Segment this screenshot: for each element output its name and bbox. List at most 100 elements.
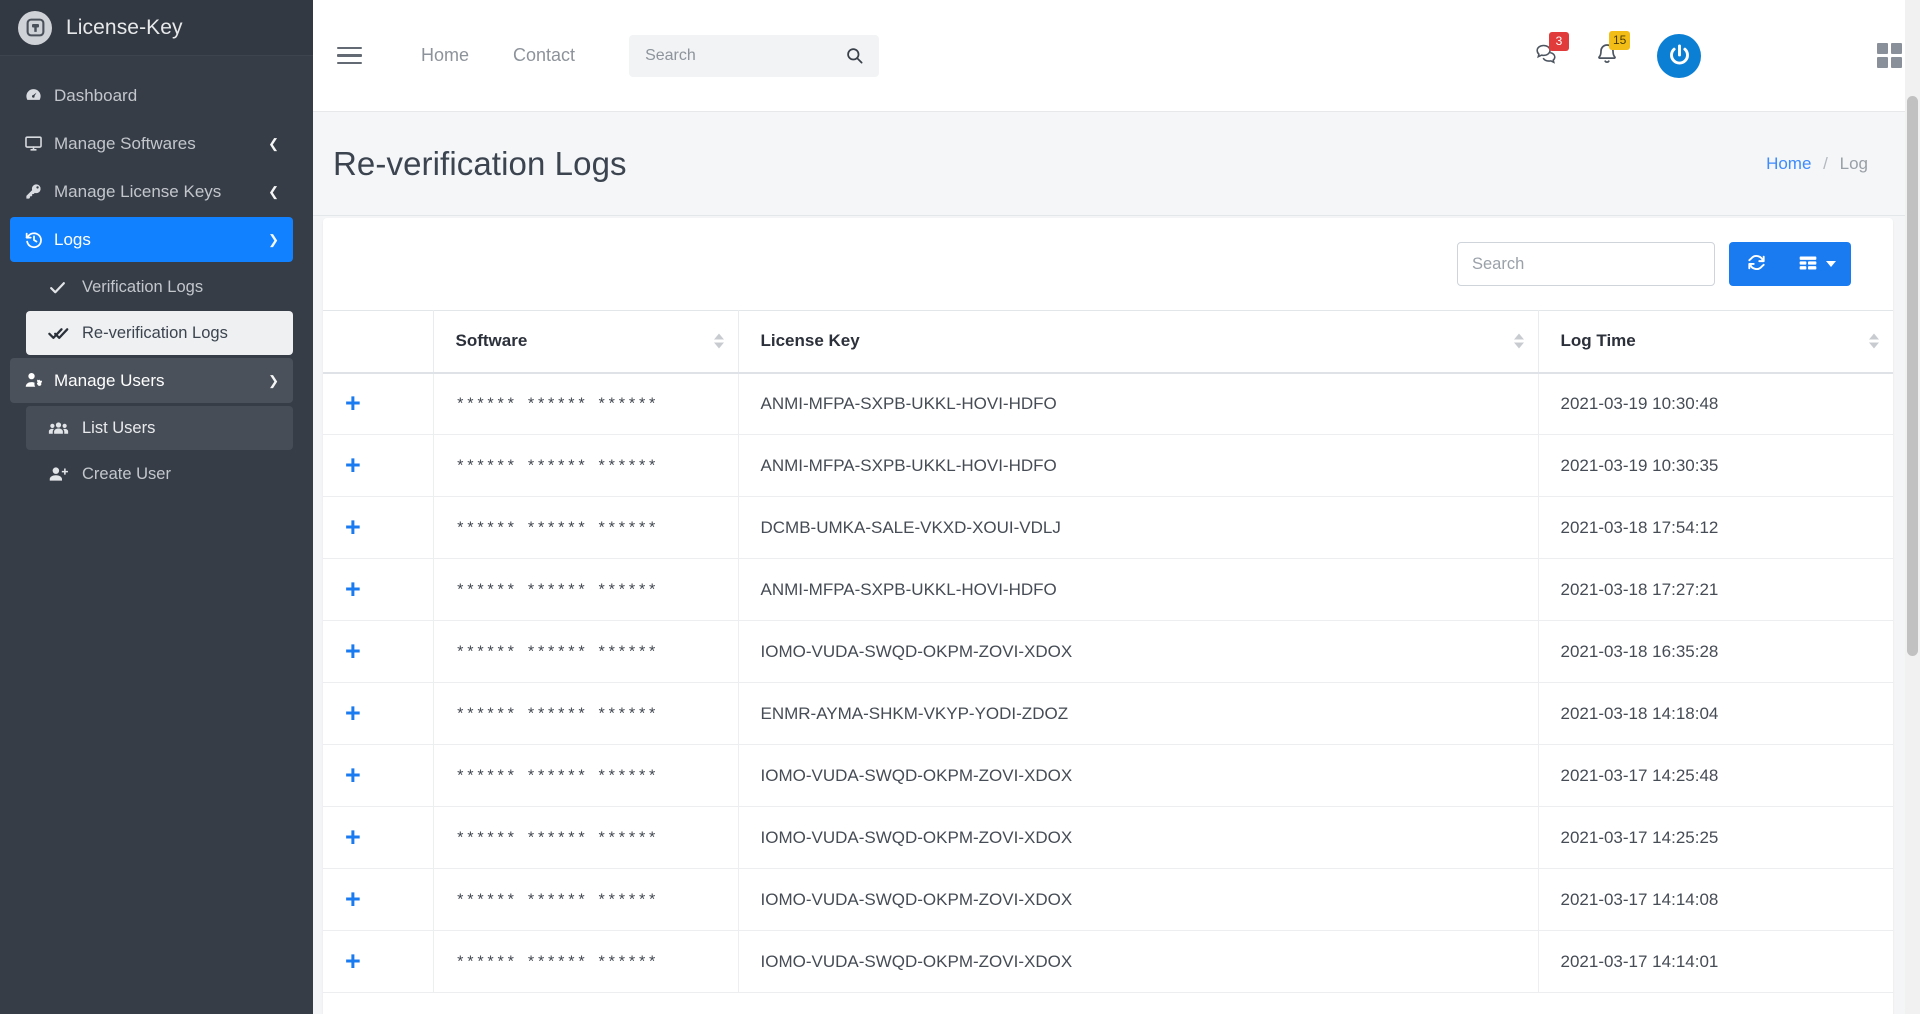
sidebar: License-Key Dashboard Manage Softwares ❮… (0, 0, 313, 1014)
plus-icon[interactable]: + (345, 700, 361, 727)
table-row[interactable]: + ****** ****** ****** IOMO-VUDA-SWQD-OKPM… (323, 930, 1893, 993)
sort-icon[interactable] (1869, 333, 1879, 349)
grid-cell (1877, 43, 1888, 54)
sidebar-item-label: Dashboard (54, 85, 138, 105)
sidebar-item-re-verification-logs[interactable]: Re-verification Logs (26, 311, 293, 355)
search-icon[interactable] (837, 35, 871, 77)
plus-icon[interactable]: + (345, 390, 361, 417)
cell-software: ****** ****** ****** (433, 682, 739, 745)
row-expand-cell[interactable]: + (323, 434, 434, 497)
hamburger-icon[interactable] (337, 39, 371, 73)
plus-icon[interactable]: + (345, 948, 361, 975)
masked-value: ****** ****** ****** (455, 705, 658, 724)
row-expand-cell[interactable]: + (323, 558, 434, 621)
page-scrollbar[interactable] (1905, 0, 1920, 1014)
user-gear-icon (24, 370, 54, 391)
plus-icon[interactable]: + (345, 638, 361, 665)
scrollbar-thumb[interactable] (1907, 96, 1918, 656)
sidebar-item-list-users[interactable]: List Users (26, 406, 293, 450)
sidebar-item-manage-users[interactable]: Manage Users ❯ (10, 358, 293, 403)
logs-card: Software License Key Log Time + ****** **… (323, 218, 1893, 1014)
sidebar-item-manage-license-keys[interactable]: Manage License Keys ❮ (10, 169, 293, 214)
table-header-row: Software License Key Log Time (323, 310, 1893, 374)
notifications-button[interactable]: 15 (1595, 31, 1631, 70)
notifications-badge: 15 (1609, 31, 1631, 50)
breadcrumb-current: Log (1839, 153, 1868, 173)
cell-license-key: ANMI-MFPA-SXPB-UKKL-HOVI-HDFO (738, 372, 1539, 435)
columns-icon (1798, 253, 1818, 276)
columns-dropdown-button[interactable] (1784, 242, 1851, 286)
power-icon[interactable] (1657, 33, 1701, 78)
row-expand-cell[interactable]: + (323, 806, 434, 869)
sidebar-item-label: Manage Softwares (54, 133, 196, 153)
masked-value: ****** ****** ****** (455, 767, 658, 786)
sidebar-item-manage-softwares[interactable]: Manage Softwares ❮ (10, 121, 293, 166)
plus-icon[interactable]: + (345, 452, 361, 479)
grid-icon[interactable] (1877, 43, 1902, 68)
plus-icon[interactable]: + (345, 824, 361, 851)
cell-license-key: IOMO-VUDA-SWQD-OKPM-ZOVI-XDOX (738, 930, 1539, 993)
table-search-input[interactable] (1457, 242, 1715, 286)
sidebar-item-logs[interactable]: Logs ❯ (10, 217, 293, 262)
masked-value: ****** ****** ****** (455, 581, 658, 600)
double-check-icon (48, 323, 82, 344)
table-head: Software License Key Log Time (323, 310, 1893, 374)
sidebar-item-label: Re-verification Logs (82, 323, 228, 342)
cell-log-time: 2021-03-19 10:30:48 (1538, 372, 1893, 435)
table-row[interactable]: + ****** ****** ****** ANMI-MFPA-SXPB-UKKL… (323, 372, 1893, 435)
table-row[interactable]: + ****** ****** ****** ANMI-MFPA-SXPB-UKKL… (323, 434, 1893, 497)
table-row[interactable]: + ****** ****** ****** ANMI-MFPA-SXPB-UKKL… (323, 558, 1893, 621)
row-expand-cell[interactable]: + (323, 930, 434, 993)
sidebar-item-label: Manage Users (54, 370, 165, 390)
cell-software: ****** ****** ****** (433, 930, 739, 993)
table-row[interactable]: + ****** ****** ****** DCMB-UMKA-SALE-VKXD… (323, 496, 1893, 559)
brand-title: License-Key (66, 15, 183, 39)
table-row[interactable]: + ****** ****** ****** IOMO-VUDA-SWQD-OKPM… (323, 620, 1893, 683)
plus-icon[interactable]: + (345, 514, 361, 541)
column-header-license-key[interactable]: License Key (738, 310, 1539, 374)
table-row[interactable]: + ****** ****** ****** IOMO-VUDA-SWQD-OKPM… (323, 744, 1893, 807)
cell-license-key: ENMR-AYMA-SHKM-VKYP-YODI-ZDOZ (738, 682, 1539, 745)
table-row[interactable]: + ****** ****** ****** IOMO-VUDA-SWQD-OKPM… (323, 868, 1893, 931)
plus-icon[interactable]: + (345, 576, 361, 603)
refresh-button[interactable] (1729, 242, 1784, 286)
row-expand-cell[interactable]: + (323, 620, 434, 683)
brand-header[interactable]: License-Key (0, 0, 313, 56)
breadcrumb: Home / Log (1766, 154, 1868, 174)
sort-icon[interactable] (1513, 333, 1524, 349)
masked-value: ****** ****** ****** (455, 953, 658, 972)
breadcrumb-home[interactable]: Home (1766, 154, 1811, 173)
column-header-software[interactable]: Software (433, 310, 739, 374)
column-header-log-time[interactable]: Log Time (1538, 310, 1893, 374)
row-expand-cell[interactable]: + (323, 372, 434, 435)
sidebar-item-verification-logs[interactable]: Verification Logs (26, 265, 293, 309)
cell-log-time: 2021-03-18 16:35:28 (1538, 620, 1893, 683)
topnav-link-home[interactable]: Home (399, 45, 491, 66)
messages-button[interactable]: 3 (1535, 32, 1569, 69)
plus-icon[interactable]: + (345, 886, 361, 913)
monitor-icon (24, 134, 54, 153)
row-expand-cell[interactable]: + (323, 496, 434, 559)
row-expand-cell[interactable]: + (323, 868, 434, 931)
sort-icon[interactable] (713, 333, 724, 349)
cell-software: ****** ****** ****** (433, 558, 739, 621)
masked-value: ****** ****** ****** (455, 643, 658, 662)
table-row[interactable]: + ****** ****** ****** IOMO-VUDA-SWQD-OKPM… (323, 806, 1893, 869)
sidebar-item-create-user[interactable]: Create User (26, 452, 293, 496)
row-expand-cell[interactable]: + (323, 744, 434, 807)
top-navbar: Home Contact 3 (313, 0, 1920, 112)
cell-software: ****** ****** ****** (433, 496, 739, 559)
topnav-link-contact[interactable]: Contact (491, 45, 597, 66)
sidebar-item-dashboard[interactable]: Dashboard (10, 73, 293, 118)
user-plus-icon (48, 464, 82, 485)
cell-software: ****** ****** ****** (433, 806, 739, 869)
plus-icon[interactable]: + (345, 762, 361, 789)
masked-value: ****** ****** ****** (455, 519, 658, 538)
cell-log-time: 2021-03-17 14:14:01 (1538, 930, 1893, 993)
dashboard-icon (24, 86, 54, 105)
chevron-left-icon: ❮ (268, 136, 279, 151)
check-icon (48, 278, 82, 297)
cell-license-key: IOMO-VUDA-SWQD-OKPM-ZOVI-XDOX (738, 620, 1539, 683)
table-row[interactable]: + ****** ****** ****** ENMR-AYMA-SHKM-VKYP… (323, 682, 1893, 745)
row-expand-cell[interactable]: + (323, 682, 434, 745)
